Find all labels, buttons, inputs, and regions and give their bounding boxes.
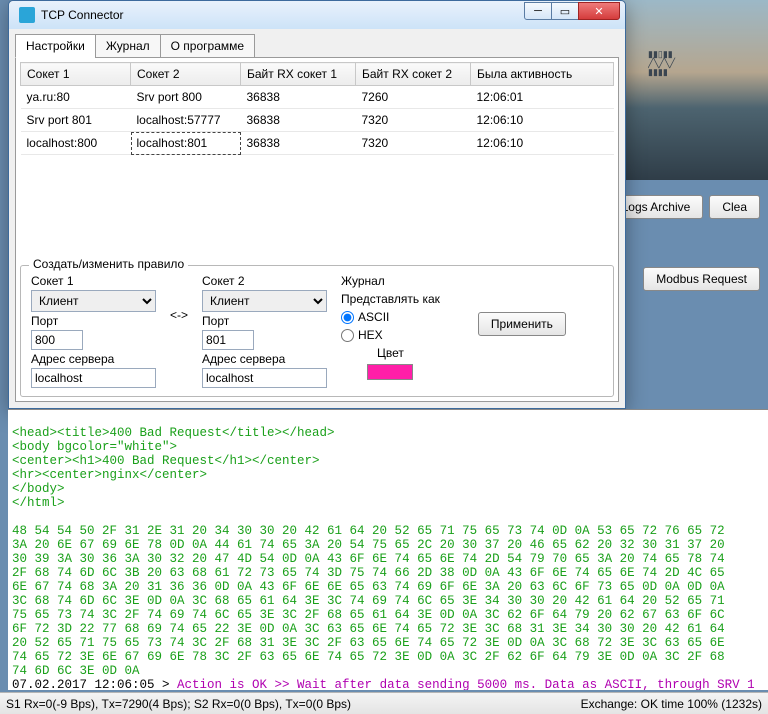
socket2-group: Сокет 2 Клиент Порт Адрес сервера [202, 274, 327, 388]
format-ascii-radio[interactable] [341, 311, 354, 324]
log-console[interactable]: <head><title>400 Bad Request</title></he… [8, 409, 768, 690]
socket1-address-input[interactable] [31, 368, 156, 388]
format-hex-radio[interactable] [341, 329, 354, 342]
table-row[interactable]: ya.ru:80 Srv port 800 36838 7260 12:06:0… [21, 86, 614, 109]
tab-about[interactable]: О программе [160, 34, 255, 58]
app-icon [19, 7, 35, 23]
tab-journal[interactable]: Журнал [95, 34, 161, 58]
log-action: Action is OK >> Wait after data sending … [177, 678, 755, 690]
tcp-connector-window: TCP Connector ─ ▭ ✕ Настройки Журнал О п… [8, 0, 626, 409]
socket2-address-input[interactable] [202, 368, 327, 388]
close-button[interactable]: ✕ [578, 2, 620, 20]
log-line: </html> [12, 496, 65, 510]
color-picker[interactable] [367, 364, 413, 380]
socket1-type-select[interactable]: Клиент [31, 290, 156, 312]
log-hex-block: 48 54 54 50 2F 31 2E 31 20 34 30 30 20 4… [12, 524, 725, 678]
titlebar[interactable]: TCP Connector ─ ▭ ✕ [9, 1, 625, 29]
connections-table[interactable]: Сокет 1 Сокет 2 Байт RX сокет 1 Байт RX … [20, 62, 614, 155]
col-rx1[interactable]: Байт RX сокет 1 [241, 63, 356, 86]
col-socket1[interactable]: Сокет 1 [21, 63, 131, 86]
log-line: <head><title>400 Bad Request</title></he… [12, 426, 335, 440]
col-rx2[interactable]: Байт RX сокет 2 [356, 63, 471, 86]
log-line: <center><h1>400 Bad Request</h1></center… [12, 454, 320, 468]
rule-legend: Создать/изменить правило [29, 257, 188, 271]
col-activity[interactable]: Была активность [471, 63, 614, 86]
rule-fieldset: Создать/изменить правило Сокет 1 Клиент … [20, 265, 614, 397]
socket1-group: Сокет 1 Клиент Порт Адрес сервера [31, 274, 156, 388]
status-left: S1 Rx=0(-9 Bps), Tx=7290(4 Bps); S2 Rx=0… [6, 697, 351, 711]
log-line: <body bgcolor="white"> [12, 440, 177, 454]
table-row[interactable]: localhost:800 localhost:801 36838 7320 1… [21, 132, 614, 155]
col-socket2[interactable]: Сокет 2 [131, 63, 241, 86]
socket2-type-select[interactable]: Клиент [202, 290, 327, 312]
socket2-port-input[interactable] [202, 330, 254, 350]
log-line: </body> [12, 482, 65, 496]
arrow-icon: <-> [170, 274, 188, 322]
apply-button[interactable]: Применить [478, 312, 566, 336]
maximize-button[interactable]: ▭ [551, 2, 579, 20]
status-right: Exchange: OK time 100% (1232s) [581, 697, 762, 711]
log-ts: 07.02.2017 12:06:05 > [12, 678, 177, 690]
window-title: TCP Connector [41, 8, 123, 22]
minimize-button[interactable]: ─ [524, 2, 552, 20]
table-row[interactable]: Srv port 801 localhost:57777 36838 7320 … [21, 109, 614, 132]
socket1-port-input[interactable] [31, 330, 83, 350]
status-bar: S1 Rx=0(-9 Bps), Tx=7290(4 Bps); S2 Rx=0… [0, 692, 768, 714]
modbus-request-button[interactable]: Modbus Request [643, 267, 760, 291]
log-line: <hr><center>nginx</center> [12, 468, 207, 482]
tab-settings[interactable]: Настройки [15, 34, 96, 58]
journal-group: Журнал Представлять как ASCII HEX Цвет [341, 274, 440, 380]
clear-button[interactable]: Clea [709, 195, 760, 219]
